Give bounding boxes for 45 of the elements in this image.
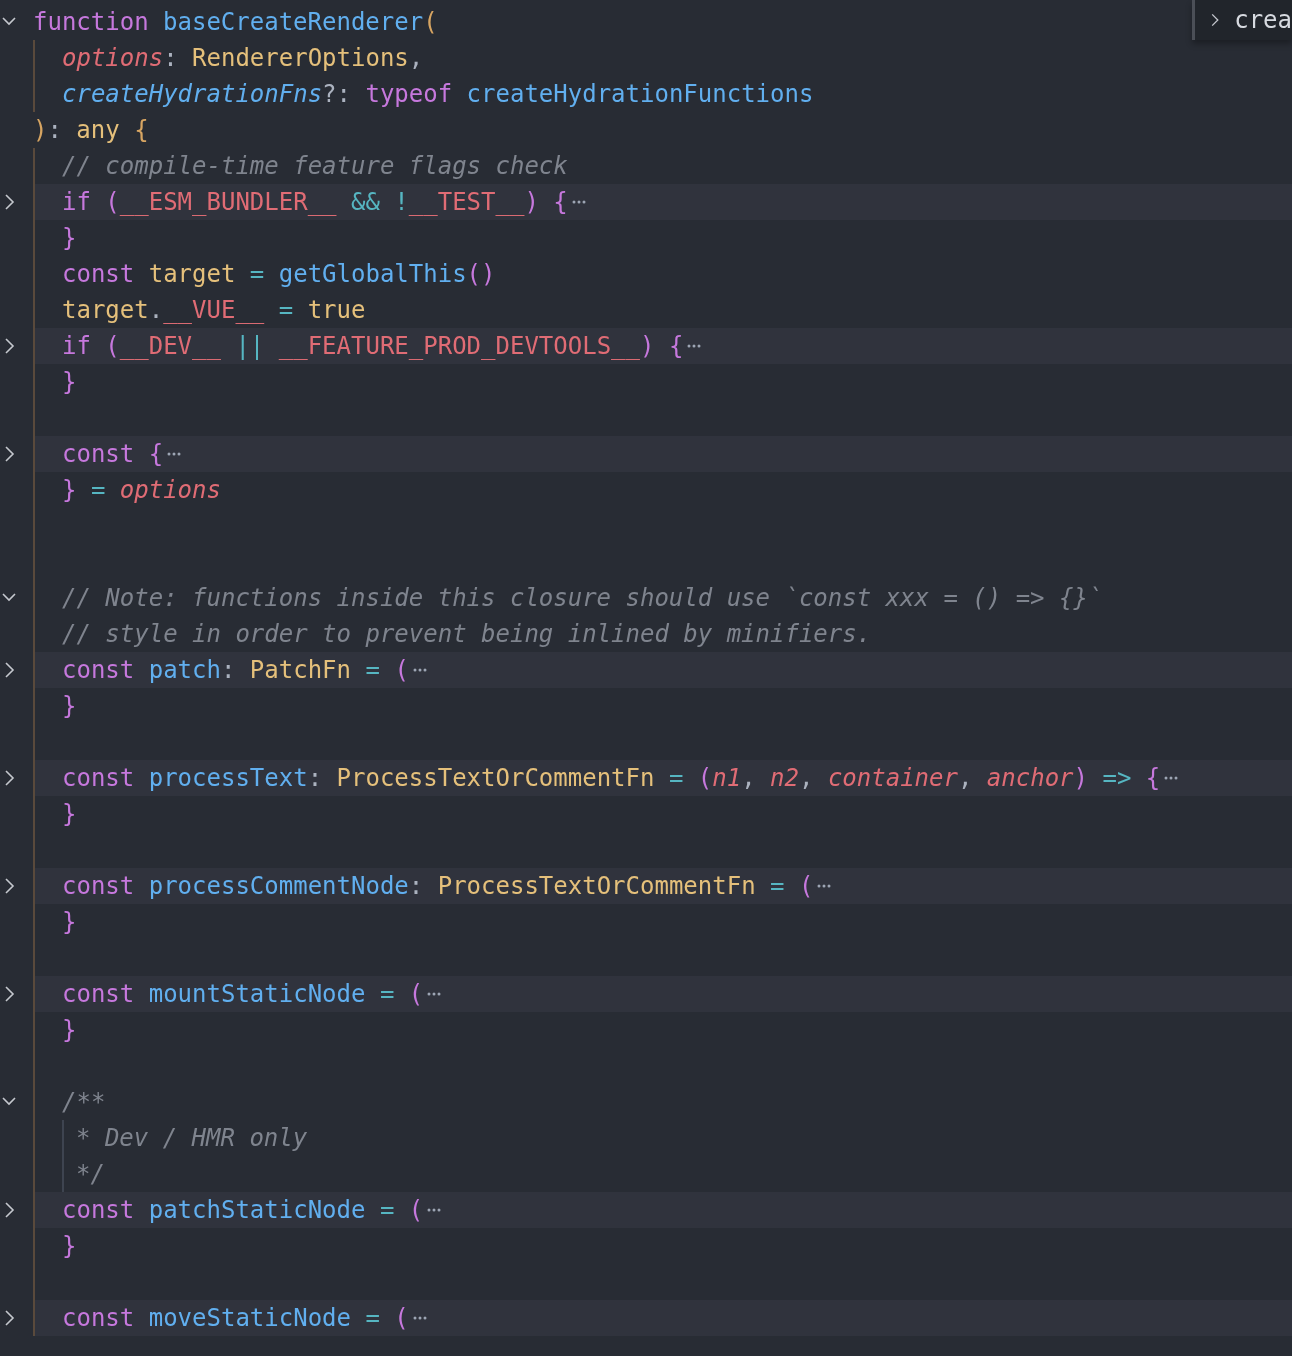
code-line: } [33, 364, 77, 400]
code-line: } [33, 220, 77, 256]
code-line: const patch: PatchFn = ( [33, 652, 409, 688]
chevron-right-icon[interactable] [2, 660, 16, 680]
ellipsis-icon[interactable] [167, 452, 182, 456]
code-line: } = options [33, 472, 221, 508]
ellipsis-icon[interactable] [412, 1316, 427, 1320]
code-comment: /** [33, 1084, 106, 1120]
code-line: const { [33, 436, 164, 472]
code-comment: // Note: functions inside this closure should use `const xxx = () => {}` [33, 580, 1103, 616]
code-line: options: RendererOptions, [33, 40, 424, 76]
ellipsis-icon[interactable] [427, 1208, 442, 1212]
code-line: function baseCreateRenderer( [33, 7, 438, 38]
code-line: const mountStaticNode = ( [33, 976, 424, 1012]
code-line: } [33, 1228, 77, 1264]
chevron-right-icon[interactable] [2, 336, 16, 356]
ellipsis-icon[interactable] [571, 200, 586, 204]
code-line: } [33, 1012, 77, 1048]
ellipsis-icon[interactable] [427, 992, 442, 996]
code-comment: * Dev / HMR only [76, 1123, 308, 1154]
chevron-right-icon[interactable] [2, 984, 16, 1004]
code-line: const target = getGlobalThis() [33, 256, 496, 292]
sticky-scroll-label[interactable]: crea [1234, 6, 1292, 34]
code-line: } [33, 796, 77, 832]
code-comment: */ [76, 1159, 105, 1190]
code-line: const patchStaticNode = ( [33, 1192, 424, 1228]
code-line: if (__DEV__ || __FEATURE_PROD_DEVTOOLS__) { [33, 328, 684, 364]
ellipsis-icon[interactable] [687, 344, 702, 348]
code-line: ): any { [33, 115, 149, 146]
chevron-right-icon[interactable] [2, 444, 16, 464]
chevron-right-icon[interactable] [2, 768, 16, 788]
code-line: } [33, 688, 77, 724]
chevron-right-icon[interactable] [2, 1200, 16, 1220]
chevron-right-icon[interactable] [2, 192, 16, 212]
ellipsis-icon[interactable] [1164, 776, 1179, 780]
code-line: const processCommentNode: ProcessTextOrCommentFn = ( [33, 868, 814, 904]
chevron-right-icon[interactable] [2, 876, 16, 896]
code-line: const moveStaticNode = ( [33, 1300, 409, 1336]
ellipsis-icon[interactable] [817, 884, 832, 888]
code-line: createHydrationFns?: typeof createHydrationFunctions [33, 76, 814, 112]
code-line: } [33, 904, 77, 940]
code-line: const processText: ProcessTextOrCommentFn = (n1, n2, container, anchor) => { [33, 760, 1161, 796]
code-line: if (__ESM_BUNDLER__ && !__TEST__) { [33, 184, 568, 220]
chevron-right-icon[interactable] [2, 1308, 16, 1328]
ellipsis-icon[interactable] [412, 668, 427, 672]
